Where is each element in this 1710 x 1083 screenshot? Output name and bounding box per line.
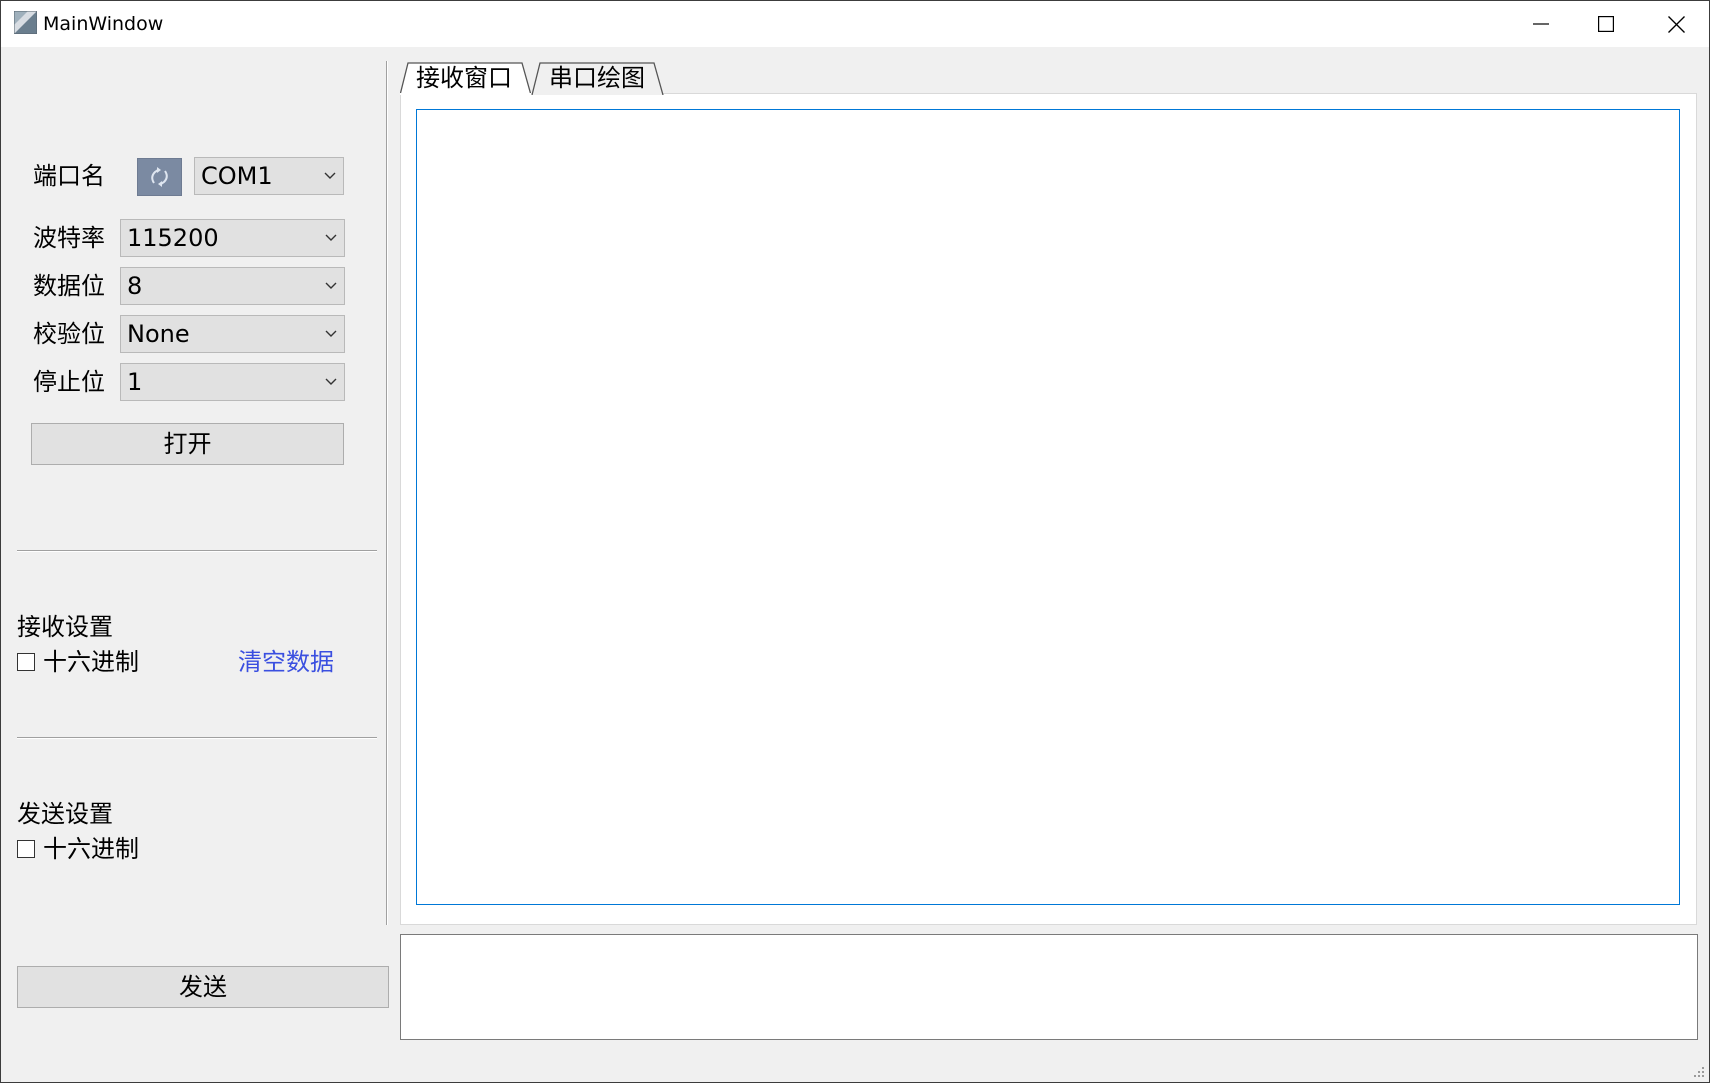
minimize-icon xyxy=(1533,23,1549,25)
maximize-icon xyxy=(1598,16,1614,32)
tab-receive-window[interactable]: 接收窗口 xyxy=(400,61,532,95)
main-window: MainWindow 端口名 COM1 波特率 115200 数据位 8 校验位… xyxy=(0,0,1710,1083)
parity-label: 校验位 xyxy=(33,320,105,348)
tab-serial-plot-label: 串口绘图 xyxy=(549,64,645,92)
stopbits-label: 停止位 xyxy=(33,368,105,396)
receive-textarea[interactable] xyxy=(416,109,1680,905)
divider xyxy=(17,737,377,739)
baud-select[interactable]: 115200 xyxy=(120,219,345,257)
port-select-value: COM1 xyxy=(201,162,273,190)
receive-hex-label: 十六进制 xyxy=(43,648,139,676)
send-hex-checkbox[interactable] xyxy=(17,840,35,858)
send-hex-checkbox-row[interactable]: 十六进制 xyxy=(17,834,139,864)
databits-label: 数据位 xyxy=(33,272,105,300)
send-hex-label: 十六进制 xyxy=(43,835,139,863)
databits-select[interactable]: 8 xyxy=(120,267,345,305)
tab-serial-plot[interactable]: 串口绘图 xyxy=(532,61,664,95)
parity-select[interactable]: None xyxy=(120,315,345,353)
panel-splitter[interactable] xyxy=(386,61,388,925)
baud-select-value: 115200 xyxy=(127,224,219,252)
app-icon xyxy=(14,11,37,34)
baud-label: 波特率 xyxy=(33,224,105,252)
databits-select-value: 8 xyxy=(127,272,143,300)
receive-hex-checkbox-row[interactable]: 十六进制 xyxy=(17,647,139,677)
minimize-button[interactable] xyxy=(1506,1,1576,47)
receive-hex-checkbox[interactable] xyxy=(17,653,35,671)
parity-select-value: None xyxy=(127,320,190,348)
maximize-button[interactable] xyxy=(1571,1,1641,47)
divider xyxy=(17,550,377,552)
port-label: 端口名 xyxy=(33,162,105,190)
chevron-down-icon xyxy=(325,330,337,337)
chevron-down-icon xyxy=(325,282,337,289)
resize-grip-icon[interactable] xyxy=(1691,1064,1705,1078)
open-port-button[interactable]: 打开 xyxy=(31,423,344,465)
send-button[interactable]: 发送 xyxy=(17,966,389,1008)
title-bar[interactable]: MainWindow xyxy=(1,1,1709,47)
close-button[interactable] xyxy=(1641,1,1710,47)
send-textarea[interactable] xyxy=(400,934,1698,1040)
tab-receive-window-label: 接收窗口 xyxy=(416,64,512,92)
window-title: MainWindow xyxy=(43,13,164,35)
stopbits-select-value: 1 xyxy=(127,368,143,396)
refresh-button[interactable] xyxy=(137,158,182,196)
refresh-icon xyxy=(151,167,168,187)
receive-settings-title: 接收设置 xyxy=(17,613,113,641)
chevron-down-icon xyxy=(325,378,337,385)
chevron-down-icon xyxy=(325,234,337,241)
port-select[interactable]: COM1 xyxy=(194,157,344,195)
clear-data-link[interactable]: 清空数据 xyxy=(238,647,334,677)
stopbits-select[interactable]: 1 xyxy=(120,363,345,401)
send-settings-title: 发送设置 xyxy=(17,800,113,828)
chevron-down-icon xyxy=(324,172,336,179)
close-icon xyxy=(1667,15,1685,33)
